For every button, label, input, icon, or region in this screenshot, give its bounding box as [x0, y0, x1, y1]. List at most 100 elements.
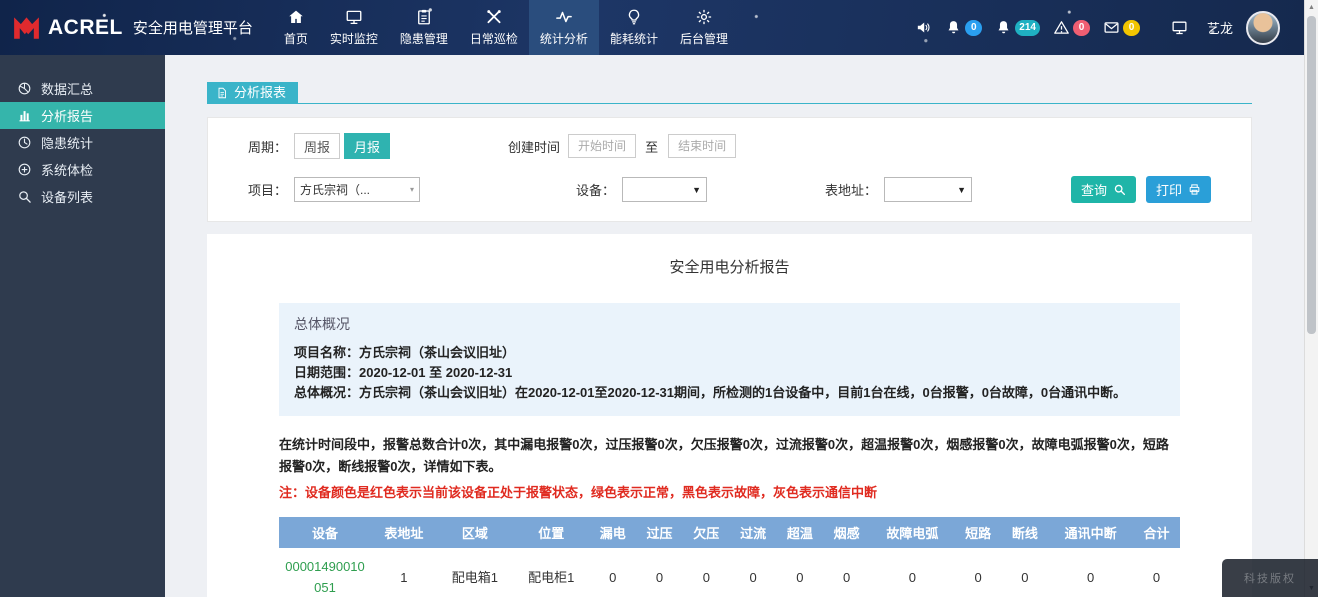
sidebar-item-data-summary[interactable]: 数据汇总 [0, 75, 165, 102]
username[interactable]: 艺龙 [1207, 18, 1233, 37]
home-icon [287, 8, 305, 26]
health-check-icon [17, 162, 32, 177]
meter-address-select[interactable]: ▼ [884, 177, 973, 202]
gear-icon [695, 8, 713, 26]
document-icon [218, 87, 226, 98]
tab-analysis-report[interactable]: 分析报表 [207, 82, 299, 103]
nav-item-home[interactable]: 首页 [273, 0, 319, 55]
sidebar-item-device-list[interactable]: 设备列表 [0, 183, 165, 210]
avatar[interactable] [1246, 10, 1280, 45]
device-select[interactable]: ▼ [622, 177, 708, 202]
nav-label: 能耗统计 [609, 32, 658, 46]
table-cell: 0 [823, 548, 870, 597]
alert-count-badge: 0 [965, 19, 983, 36]
table-cell: 0 [636, 548, 683, 597]
clipboard-icon [415, 8, 433, 26]
sidebar-item-system-check[interactable]: 系统体检 [0, 156, 165, 183]
screen-icon[interactable] [1171, 19, 1188, 36]
nav-label: 首页 [283, 32, 308, 46]
meter-address-label: 表地址： [825, 183, 878, 198]
sidebar-item-label: 系统体检 [41, 163, 94, 178]
table-cell: 0 [1133, 548, 1180, 597]
report-title: 安全用电分析报告 [669, 259, 790, 276]
device-id-cell[interactable]: 00001490010051 [279, 548, 371, 597]
table-cell: 0 [1048, 548, 1134, 597]
brand-name: ACREL [48, 15, 123, 39]
printer-icon [1188, 183, 1201, 196]
scrollbar-up-arrow[interactable]: ▲ [1305, 0, 1318, 14]
page-tab-label: 分析报表 [234, 85, 287, 100]
nav-item-realtime-monitor[interactable]: 实时监控 [319, 0, 389, 55]
volume-icon[interactable] [915, 19, 932, 36]
period-label: 周期： [248, 139, 288, 155]
table-header-cell: 设备 [279, 517, 371, 548]
date-range-label: 日期范围： [294, 365, 360, 380]
nav-item-statistics[interactable]: 统计分析 [528, 0, 599, 55]
table-header-cell: 位置 [513, 517, 590, 548]
sidebar-item-hidden-danger-stats[interactable]: 隐患统计 [0, 129, 165, 156]
monthly-report-button[interactable]: 月报 [344, 133, 391, 159]
scrollbar[interactable]: ▲ ▼ [1304, 0, 1318, 597]
start-time-input[interactable] [568, 134, 637, 158]
summary-line: 总体概况：方氏宗祠（茶山会议旧址）在2020-12-01至2020-12-31期… [294, 383, 1165, 403]
project-select[interactable]: 方氏宗祠（... ▾ [294, 177, 421, 202]
table-header-row: 设备 表地址 区域 位置 漏电 过压 欠压 过流 超温 烟感 故障电弧 短路 断… [279, 517, 1180, 548]
alarm-table: 设备 表地址 区域 位置 漏电 过压 欠压 过流 超温 烟感 故障电弧 短路 断… [279, 517, 1180, 597]
table-cell: 0 [1001, 548, 1049, 597]
summary-value: 方氏宗祠（茶山会议旧址）在2020-12-01至2020-12-31期间，所检测… [359, 385, 1127, 400]
nav-item-energy-stats[interactable]: 能耗统计 [599, 0, 669, 55]
weekly-report-button[interactable]: 周报 [294, 133, 341, 159]
top-navbar: ACREL 安全用电管理平台 首页 实时监控 隐患管理 日常巡检 统计分析 能耗… [0, 0, 1304, 55]
mail-button[interactable]: 0 [1103, 19, 1140, 36]
table-header-cell: 过流 [729, 517, 777, 548]
message-bell-button[interactable]: 214 [995, 19, 1040, 36]
print-button[interactable]: 打印 [1145, 176, 1211, 203]
nav-item-daily-inspection[interactable]: 日常巡检 [459, 0, 529, 55]
clock-icon [17, 135, 32, 150]
project-name-line: 项目名称：方氏宗祠（茶山会议旧址） [294, 343, 1165, 363]
sidebar-item-analysis-report[interactable]: 分析报告 [0, 102, 165, 129]
alert-bell-button[interactable]: 0 [945, 19, 983, 36]
warning-button[interactable]: 0 [1053, 19, 1090, 36]
table-cell: 0 [954, 548, 1002, 597]
stats-paragraph: 在统计时间段中，报警总数合计0次，其中漏电报警0次，过压报警0次，欠压报警0次，… [279, 437, 1169, 474]
bar-chart-icon [17, 108, 32, 123]
topbar-right: 0 214 0 0 艺龙 [915, 0, 1304, 55]
sidebar-item-label: 设备列表 [41, 190, 94, 205]
report-panel: 安全用电分析报告 总体概况 项目名称：方氏宗祠（茶山会议旧址） 日期范围：202… [207, 234, 1252, 597]
filter-row-period: 周期： 周报 月报 创建时间 至 [248, 133, 1211, 159]
warning-triangle-icon [1053, 19, 1070, 36]
acrel-logo-icon [13, 15, 40, 40]
brand[interactable]: ACREL 安全用电管理平台 [0, 0, 273, 55]
end-time-input[interactable] [668, 134, 737, 158]
nav-label: 隐患管理 [399, 32, 448, 46]
summary-label: 总体概况： [294, 385, 360, 400]
table-cell: 0 [682, 548, 730, 597]
project-select-value: 方氏宗祠（... [300, 183, 371, 197]
table-cell: 0 [776, 548, 824, 597]
bulb-icon [625, 8, 643, 26]
nav-label: 日常巡检 [469, 32, 518, 46]
pie-chart-icon [17, 81, 32, 96]
main-nav: 首页 实时监控 隐患管理 日常巡检 统计分析 能耗统计 后台管理 [273, 0, 739, 55]
table-cell: 配电柜1 [513, 548, 590, 597]
query-button-label: 查询 [1080, 183, 1107, 198]
search-icon [1113, 183, 1126, 196]
table-cell: 0 [729, 548, 777, 597]
nav-label: 统计分析 [539, 32, 588, 46]
print-button-label: 打印 [1155, 183, 1182, 198]
table-header-cell: 烟感 [823, 517, 870, 548]
scrollbar-thumb[interactable] [1307, 16, 1316, 334]
nav-item-hidden-danger[interactable]: 隐患管理 [389, 0, 459, 55]
filter-actions: 查询 打印 [1070, 176, 1211, 203]
filter-row-selects: 项目： 方氏宗祠（... ▾ 设备： ▼ 表地址： ▼ 查询 打印 [248, 176, 1211, 203]
product-title: 安全用电管理平台 [132, 20, 253, 37]
table-header-cell: 超温 [776, 517, 824, 548]
create-time-label: 创建时间 [508, 139, 561, 155]
mail-count-badge: 0 [1122, 19, 1140, 36]
table-header-cell: 故障电弧 [869, 517, 955, 548]
query-button[interactable]: 查询 [1070, 176, 1136, 203]
main-content: 分析报表 周期： 周报 月报 创建时间 至 项目： 方氏宗祠（... [165, 55, 1304, 597]
table-header-cell: 合计 [1133, 517, 1180, 548]
nav-item-admin[interactable]: 后台管理 [669, 0, 739, 55]
